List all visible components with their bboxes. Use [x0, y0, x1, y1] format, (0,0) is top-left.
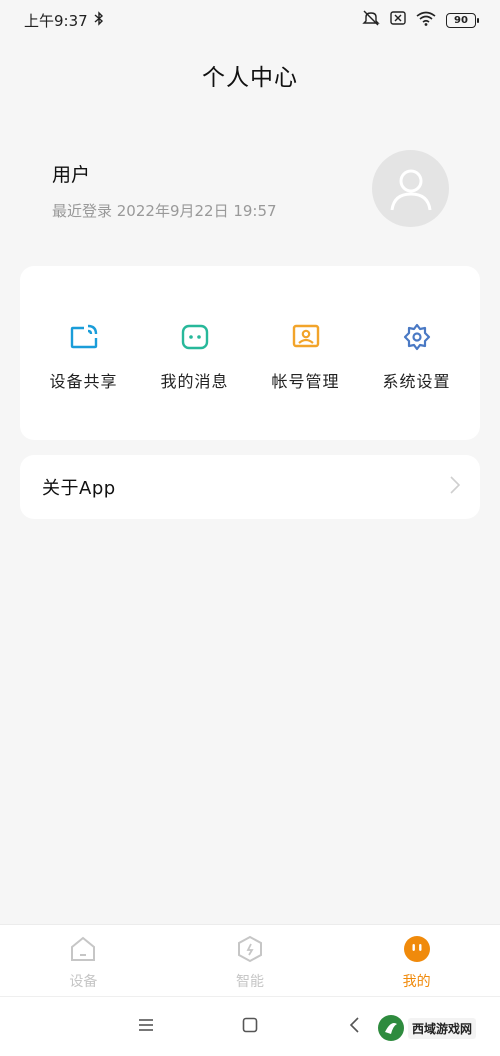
watermark: 西域游戏网	[378, 1012, 498, 1044]
menu-item-settings[interactable]: 系统设置	[362, 266, 472, 440]
bluetooth-icon	[94, 10, 104, 30]
mute-icon	[362, 10, 380, 30]
tab-me[interactable]: 我的	[333, 925, 500, 996]
home-icon	[69, 935, 97, 967]
chevron-right-icon	[450, 476, 461, 498]
menu-item-device-share[interactable]: 设备共享	[29, 266, 139, 440]
battery-icon: 90	[446, 12, 479, 28]
user-avatar-icon	[390, 169, 431, 210]
about-app-label: 关于App	[42, 478, 116, 499]
me-icon	[403, 935, 431, 967]
status-time: 上午9:37	[24, 11, 88, 30]
menu-label-messages: 我的消息	[160, 372, 229, 391]
menu-label-account: 帐号管理	[271, 372, 340, 391]
menu-nav-button[interactable]	[116, 1007, 176, 1047]
menu-card: 设备共享 我的消息 帐号管理 系统设置	[20, 266, 480, 440]
smart-icon	[236, 935, 264, 967]
menu-label-device-share: 设备共享	[49, 372, 118, 391]
menu-item-messages[interactable]: 我的消息	[140, 266, 250, 440]
tab-label-smart: 智能	[236, 974, 264, 990]
home-nav-button[interactable]	[220, 1007, 280, 1047]
avatar[interactable]	[372, 150, 449, 227]
wifi-icon	[416, 11, 436, 30]
tab-smart[interactable]: 智能	[167, 925, 334, 996]
tab-label-me: 我的	[402, 974, 431, 990]
page-title: 个人中心	[202, 65, 298, 91]
watermark-text: 西域游戏网	[408, 1017, 477, 1039]
tab-label-devices: 设备	[69, 974, 98, 990]
watermark-logo-icon	[378, 1015, 404, 1041]
tab-devices[interactable]: 设备	[0, 925, 167, 996]
status-bar: 上午9:37 90	[0, 0, 500, 40]
account-icon	[291, 322, 321, 352]
square-icon	[242, 1017, 258, 1037]
menu-label-settings: 系统设置	[382, 372, 451, 391]
status-right: 90	[362, 10, 479, 30]
status-left: 上午9:37	[24, 10, 104, 31]
message-icon	[180, 322, 210, 352]
device-share-icon	[69, 322, 99, 352]
back-nav-button[interactable]	[324, 1007, 384, 1047]
last-login-text: 最近登录 2022年9月22日 19:57	[52, 202, 277, 220]
about-app-row[interactable]: 关于App	[20, 455, 480, 519]
back-chevron-icon	[349, 1016, 359, 1037]
menu-item-account[interactable]: 帐号管理	[251, 266, 361, 440]
user-name: 用户	[52, 164, 91, 186]
bottom-tab-bar: 设备 智能 我的	[0, 924, 500, 996]
sim-none-icon	[390, 11, 406, 29]
gear-icon	[402, 322, 432, 352]
hamburger-icon	[138, 1017, 154, 1036]
